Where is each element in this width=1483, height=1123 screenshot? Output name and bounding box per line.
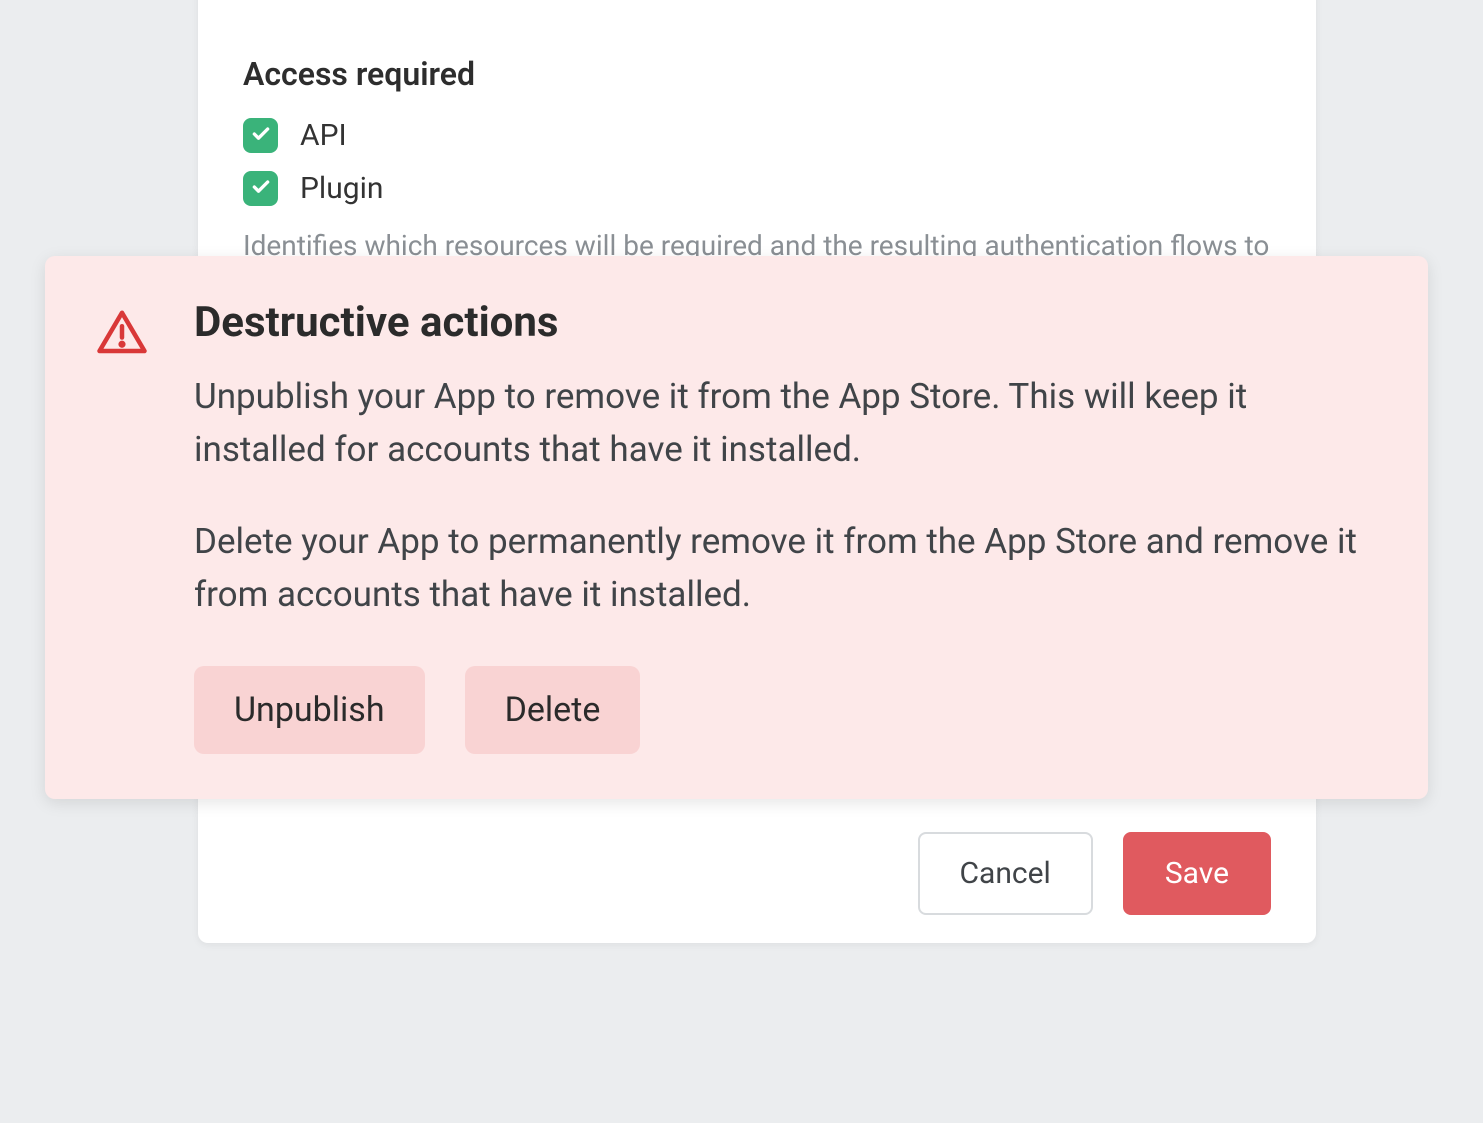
destructive-action-buttons: Unpublish Delete <box>194 666 1378 754</box>
checkbox-api[interactable] <box>243 118 278 153</box>
destructive-actions-heading: Destructive actions <box>194 298 1378 347</box>
checkbox-label-plugin: Plugin <box>300 171 383 206</box>
check-icon <box>251 177 271 201</box>
delete-description: Delete your App to permanently remove it… <box>194 516 1378 621</box>
unpublish-description: Unpublish your App to remove it from the… <box>194 371 1378 476</box>
card-footer: Cancel Save <box>918 832 1272 915</box>
check-icon <box>251 124 271 148</box>
alert-content: Destructive actions Unpublish your App t… <box>194 298 1378 754</box>
save-button[interactable]: Save <box>1123 832 1271 915</box>
destructive-actions-alert: Destructive actions Unpublish your App t… <box>45 256 1428 799</box>
unpublish-button[interactable]: Unpublish <box>194 666 425 754</box>
checkbox-row-plugin[interactable]: Plugin <box>243 171 1271 206</box>
cancel-button[interactable]: Cancel <box>918 832 1093 915</box>
warning-icon <box>95 306 149 364</box>
delete-button[interactable]: Delete <box>465 666 641 754</box>
checkbox-row-api[interactable]: API <box>243 118 1271 153</box>
access-required-heading: Access required <box>243 55 1271 93</box>
checkbox-label-api: API <box>300 118 347 153</box>
checkbox-plugin[interactable] <box>243 171 278 206</box>
